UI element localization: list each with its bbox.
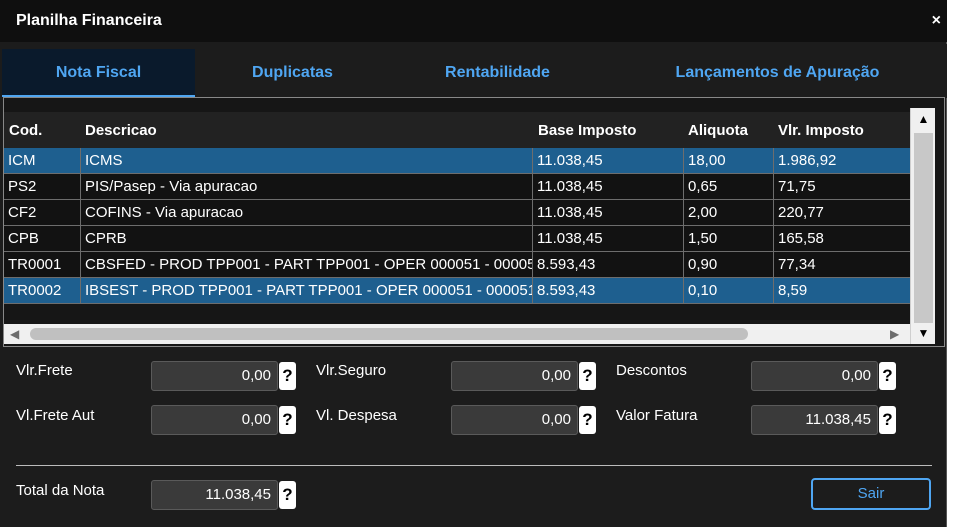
cell-aliquota: 2,00 [684, 200, 774, 226]
vl-frete-aut-help-icon[interactable]: ? [279, 406, 296, 434]
cell-descricao: CBSFED - PROD TPP001 - PART TPP001 - OPE… [81, 252, 533, 278]
vlr-seguro-help-icon[interactable]: ? [579, 362, 596, 390]
valor-fatura-help-icon[interactable]: ? [879, 406, 896, 434]
cell-cod: TR0001 [4, 252, 81, 278]
tab-rentabilidade[interactable]: Rentabilidade [405, 49, 590, 97]
cell-aliquota: 0,65 [684, 174, 774, 200]
cell-base-imposto: 11.038,45 [533, 174, 684, 200]
cell-aliquota: 0,90 [684, 252, 774, 278]
descontos-help-icon[interactable]: ? [879, 362, 896, 390]
horizontal-scrollbar[interactable]: ◀ ▶ [4, 324, 910, 344]
tax-table: Cod. Descricao Base Imposto Aliquota Vlr… [3, 97, 945, 347]
cell-cod: CPB [4, 226, 81, 252]
scroll-right-icon[interactable]: ▶ [890, 324, 899, 344]
valor-fatura-label: Valor Fatura [616, 407, 698, 424]
vl-frete-aut-field[interactable]: 0,00 [151, 405, 278, 435]
sair-button[interactable]: Sair [811, 478, 931, 510]
cell-aliquota: 0,10 [684, 278, 774, 304]
title-bar: Planilha Financeira × [0, 0, 947, 42]
table-row[interactable]: TR0002 IBSEST - PROD TPP001 - PART TPP00… [4, 278, 910, 304]
close-icon[interactable]: × [932, 12, 941, 30]
vl-despesa-field[interactable]: 0,00 [451, 405, 578, 435]
cell-base-imposto: 8.593,43 [533, 278, 684, 304]
vlr-frete-field[interactable]: 0,00 [151, 361, 278, 391]
cell-descricao: COFINS - Via apuracao [81, 200, 533, 226]
total-nota-help-icon[interactable]: ? [279, 481, 296, 509]
table-body: ICM ICMS 11.038,45 18,00 1.986,92 PS2 PI… [4, 148, 910, 304]
financial-sheet-window: Planilha Financeira × Nota Fiscal Duplic… [0, 0, 947, 527]
tab-nota-fiscal[interactable]: Nota Fiscal [2, 49, 195, 97]
column-header-vlr-imposto[interactable]: Vlr. Imposto [778, 122, 864, 139]
vl-frete-aut-label: Vl.Frete Aut [16, 407, 95, 424]
cell-vlr-imposto: 165,58 [778, 230, 824, 247]
cell-base-imposto: 8.593,43 [533, 252, 684, 278]
vlr-frete-help-icon[interactable]: ? [279, 362, 296, 390]
horizontal-scroll-thumb[interactable] [30, 328, 748, 340]
vlr-seguro-field[interactable]: 0,00 [451, 361, 578, 391]
table-header: Cod. Descricao Base Imposto Aliquota Vlr… [4, 112, 910, 148]
vl-despesa-help-icon[interactable]: ? [579, 406, 596, 434]
cell-vlr-imposto: 1.986,92 [778, 152, 837, 169]
tab-duplicatas[interactable]: Duplicatas [205, 49, 380, 97]
total-nota-label: Total da Nota [16, 482, 105, 499]
cell-base-imposto: 11.038,45 [533, 226, 684, 252]
scroll-down-icon[interactable]: ▼ [911, 322, 936, 344]
scroll-up-icon[interactable]: ▲ [911, 108, 936, 130]
total-nota-field[interactable]: 11.038,45 [151, 480, 278, 510]
cell-aliquota: 1,50 [684, 226, 774, 252]
window-title: Planilha Financeira [16, 12, 162, 29]
footer-divider [16, 465, 932, 466]
descontos-label: Descontos [616, 362, 687, 379]
vl-despesa-label: Vl. Despesa [316, 407, 397, 424]
cell-descricao: ICMS [81, 148, 533, 174]
valor-fatura-field[interactable]: 11.038,45 [751, 405, 878, 435]
cell-cod: PS2 [4, 174, 81, 200]
cell-descricao: IBSEST - PROD TPP001 - PART TPP001 - OPE… [81, 278, 533, 304]
cell-cod: CF2 [4, 200, 81, 226]
cell-vlr-imposto: 77,34 [778, 256, 816, 273]
scroll-left-icon[interactable]: ◀ [10, 324, 19, 344]
cell-aliquota: 18,00 [684, 148, 774, 174]
table-row[interactable]: TR0001 CBSFED - PROD TPP001 - PART TPP00… [4, 252, 910, 278]
cell-descricao: CPRB [81, 226, 533, 252]
table-row[interactable]: PS2 PIS/Pasep - Via apuracao 11.038,45 0… [4, 174, 910, 200]
table-row[interactable]: CPB CPRB 11.038,45 1,50 165,58 [4, 226, 910, 252]
descontos-field[interactable]: 0,00 [751, 361, 878, 391]
vlr-seguro-label: Vlr.Seguro [316, 362, 387, 379]
vertical-scroll-thumb[interactable] [914, 133, 933, 323]
column-header-descricao[interactable]: Descricao [85, 122, 157, 139]
cell-base-imposto: 11.038,45 [533, 200, 684, 226]
column-header-base-imposto[interactable]: Base Imposto [538, 122, 636, 139]
cell-vlr-imposto: 8,59 [778, 282, 808, 299]
vlr-frete-label: Vlr.Frete [16, 362, 73, 379]
cell-vlr-imposto: 71,75 [778, 178, 816, 195]
table-row[interactable]: ICM ICMS 11.038,45 18,00 1.986,92 [4, 148, 910, 174]
tab-bar: Nota Fiscal Duplicatas Rentabilidade Lan… [0, 44, 947, 98]
tab-lancamentos-de-apuracao[interactable]: Lançamentos de Apuração [640, 49, 915, 97]
vertical-scrollbar[interactable]: ▲ ▼ [910, 108, 935, 344]
cell-descricao: PIS/Pasep - Via apuracao [81, 174, 533, 200]
column-header-aliquota[interactable]: Aliquota [688, 122, 748, 139]
table-row[interactable]: CF2 COFINS - Via apuracao 11.038,45 2,00… [4, 200, 910, 226]
cell-cod: TR0002 [4, 278, 81, 304]
cell-vlr-imposto: 220,77 [778, 204, 824, 221]
column-header-cod[interactable]: Cod. [9, 122, 42, 139]
cell-cod: ICM [4, 148, 81, 174]
cell-base-imposto: 11.038,45 [533, 148, 684, 174]
